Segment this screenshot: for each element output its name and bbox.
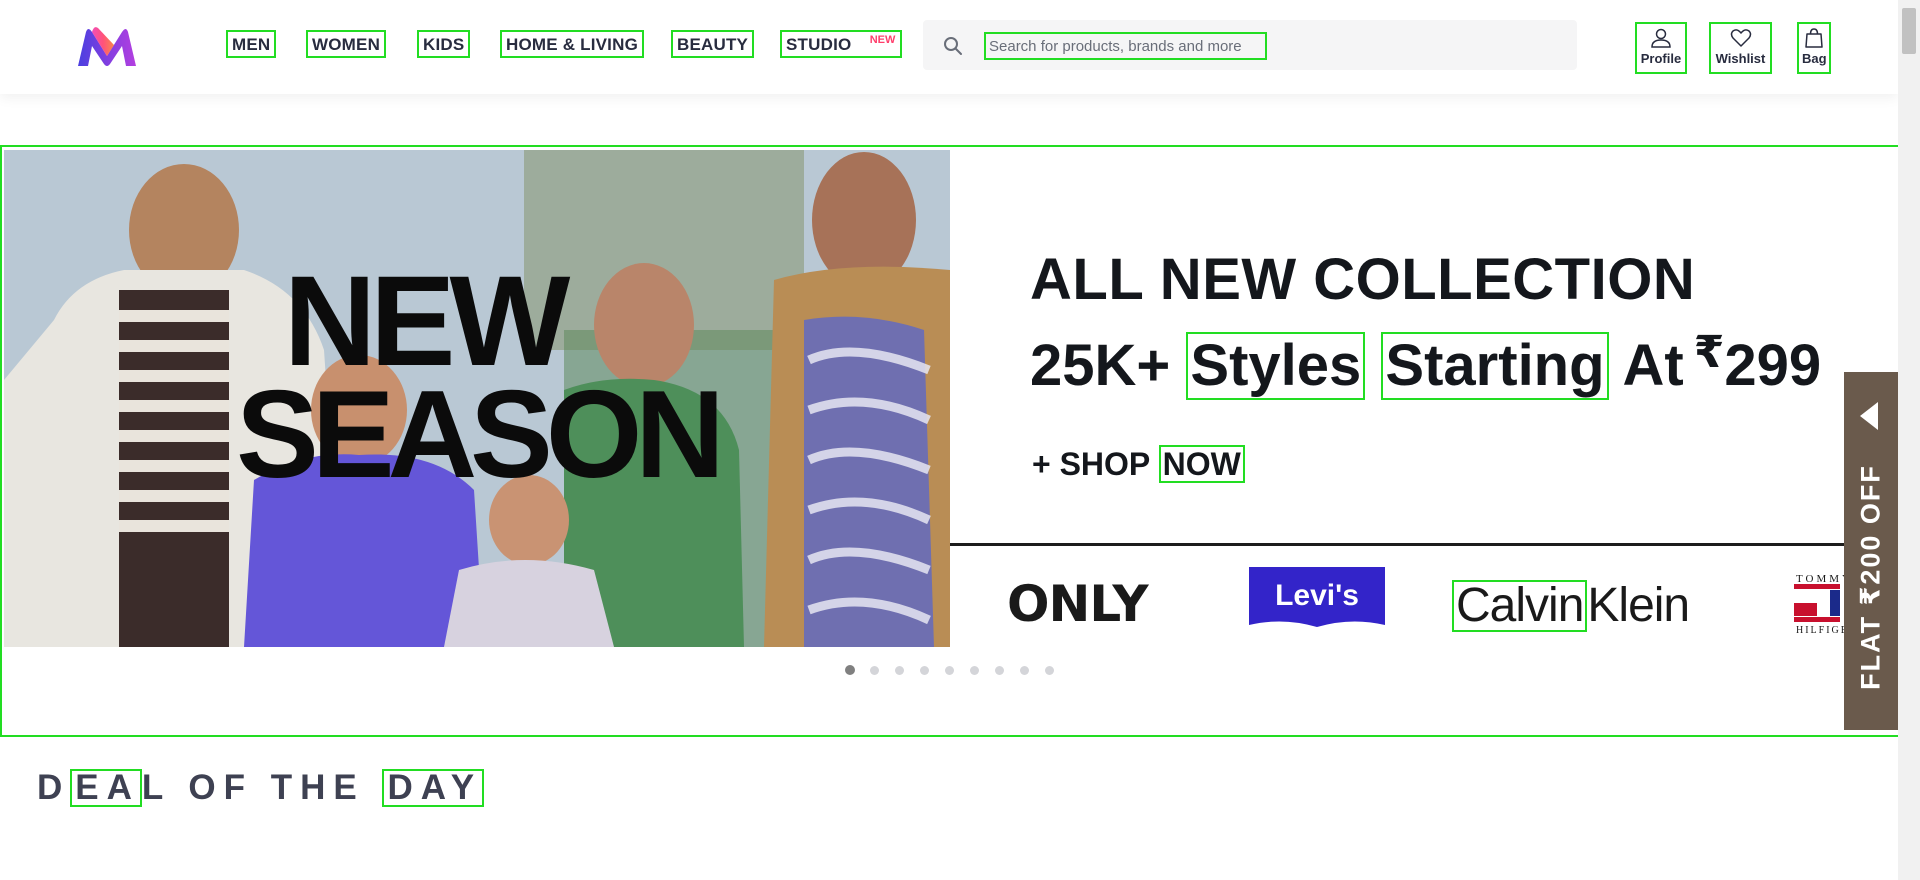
calvin-word: Calvin (1452, 580, 1588, 632)
search-input[interactable] (984, 32, 1267, 60)
levis-text: Levi's (1275, 579, 1359, 612)
nav-beauty-label: BEAUTY (677, 35, 749, 54)
bag-button[interactable]: Bag (1797, 22, 1831, 74)
new-season-photo: NEW SEASON (4, 150, 950, 647)
wishlist-label: Wishlist (1715, 51, 1766, 66)
new-badge: NEW (869, 34, 896, 46)
hero-offer-line: 25K+ Styles Starting At ₹299 (1030, 320, 1821, 400)
flat-discount-tab[interactable]: FLAT ₹200 OFF (1844, 372, 1898, 730)
carousel-dot[interactable] (895, 666, 904, 675)
carousel-dot[interactable] (845, 665, 855, 675)
hero-banner[interactable]: NEW SEASON ALL NEW COLLECTION 25K+ Style… (0, 145, 1906, 737)
shop-prefix: + SHOP (1032, 446, 1150, 482)
at-word: At (1622, 333, 1684, 398)
rupee-symbol: ₹ (1693, 328, 1725, 377)
styles-word: Styles (1186, 332, 1366, 400)
nav-studio-label: STUDIO (786, 35, 852, 54)
banner-divider (950, 543, 1905, 546)
deal-part-3: L OF THE (141, 768, 383, 807)
myntra-logo-icon[interactable] (76, 26, 138, 70)
nav-women[interactable]: WOMEN (306, 30, 387, 58)
search-icon[interactable] (942, 35, 964, 57)
nav-home-living-label: HOME & LIVING (506, 35, 638, 54)
deal-part-1: D (37, 768, 71, 807)
nav-home-living[interactable]: HOME & LIVING (500, 30, 644, 58)
hero-headline: ALL NEW COLLECTION (1030, 247, 1696, 312)
profile-label: Profile (1640, 51, 1682, 66)
carousel-dot[interactable] (1020, 666, 1029, 675)
flat-discount-label: FLAT ₹200 OFF (1855, 464, 1886, 690)
nav-men[interactable]: MEN (226, 30, 277, 58)
nav-kids[interactable]: KIDS (417, 30, 471, 58)
carousel-dot[interactable] (970, 666, 979, 675)
profile-icon (1651, 28, 1671, 48)
page-scrollbar[interactable] (1898, 0, 1920, 880)
brand-levis-logo[interactable]: Levi's (1249, 567, 1385, 633)
carousel-dot[interactable] (870, 666, 879, 675)
scrollbar-thumb[interactable] (1902, 8, 1916, 54)
nav-women-label: WOMEN (312, 35, 381, 54)
deal-part-4: DAY (382, 769, 485, 807)
carousel-dot[interactable] (920, 666, 929, 675)
nav-men-label: MEN (232, 35, 271, 54)
price-value: 299 (1724, 333, 1822, 398)
starting-word: Starting (1381, 332, 1609, 400)
collapse-arrow-icon[interactable] (1860, 402, 1878, 430)
nav-kids-label: KIDS (423, 35, 465, 54)
deal-part-2: EA (70, 769, 142, 807)
carousel-dot[interactable] (945, 666, 954, 675)
styles-count: 25K+ (1030, 333, 1171, 398)
bag-label: Bag (1802, 51, 1827, 66)
bag-icon (1805, 28, 1823, 48)
deal-of-the-day-title: D EAL OF THE DAY (37, 768, 485, 808)
carousel-dot[interactable] (1045, 666, 1054, 675)
shop-now-link[interactable]: + SHOP NOW (1032, 445, 1245, 483)
klein-word: Klein (1587, 579, 1690, 632)
nav-studio[interactable]: STUDIO NEW (780, 30, 903, 58)
profile-button[interactable]: Profile (1635, 22, 1687, 74)
shop-now-word: NOW (1158, 445, 1245, 483)
nav-beauty[interactable]: BEAUTY (671, 30, 755, 58)
brand-calvin-klein-logo[interactable]: CalvinKlein (1452, 578, 1690, 633)
site-header: MEN WOMEN KIDS HOME & LIVING BEAUTY STUD… (0, 0, 1898, 94)
search-bar (923, 20, 1577, 70)
carousel-dot[interactable] (995, 666, 1004, 675)
wishlist-button[interactable]: Wishlist (1709, 22, 1772, 74)
season-text: SEASON (236, 366, 718, 504)
heart-icon (1730, 29, 1751, 47)
brand-only-logo[interactable]: ONLY (1007, 575, 1149, 633)
